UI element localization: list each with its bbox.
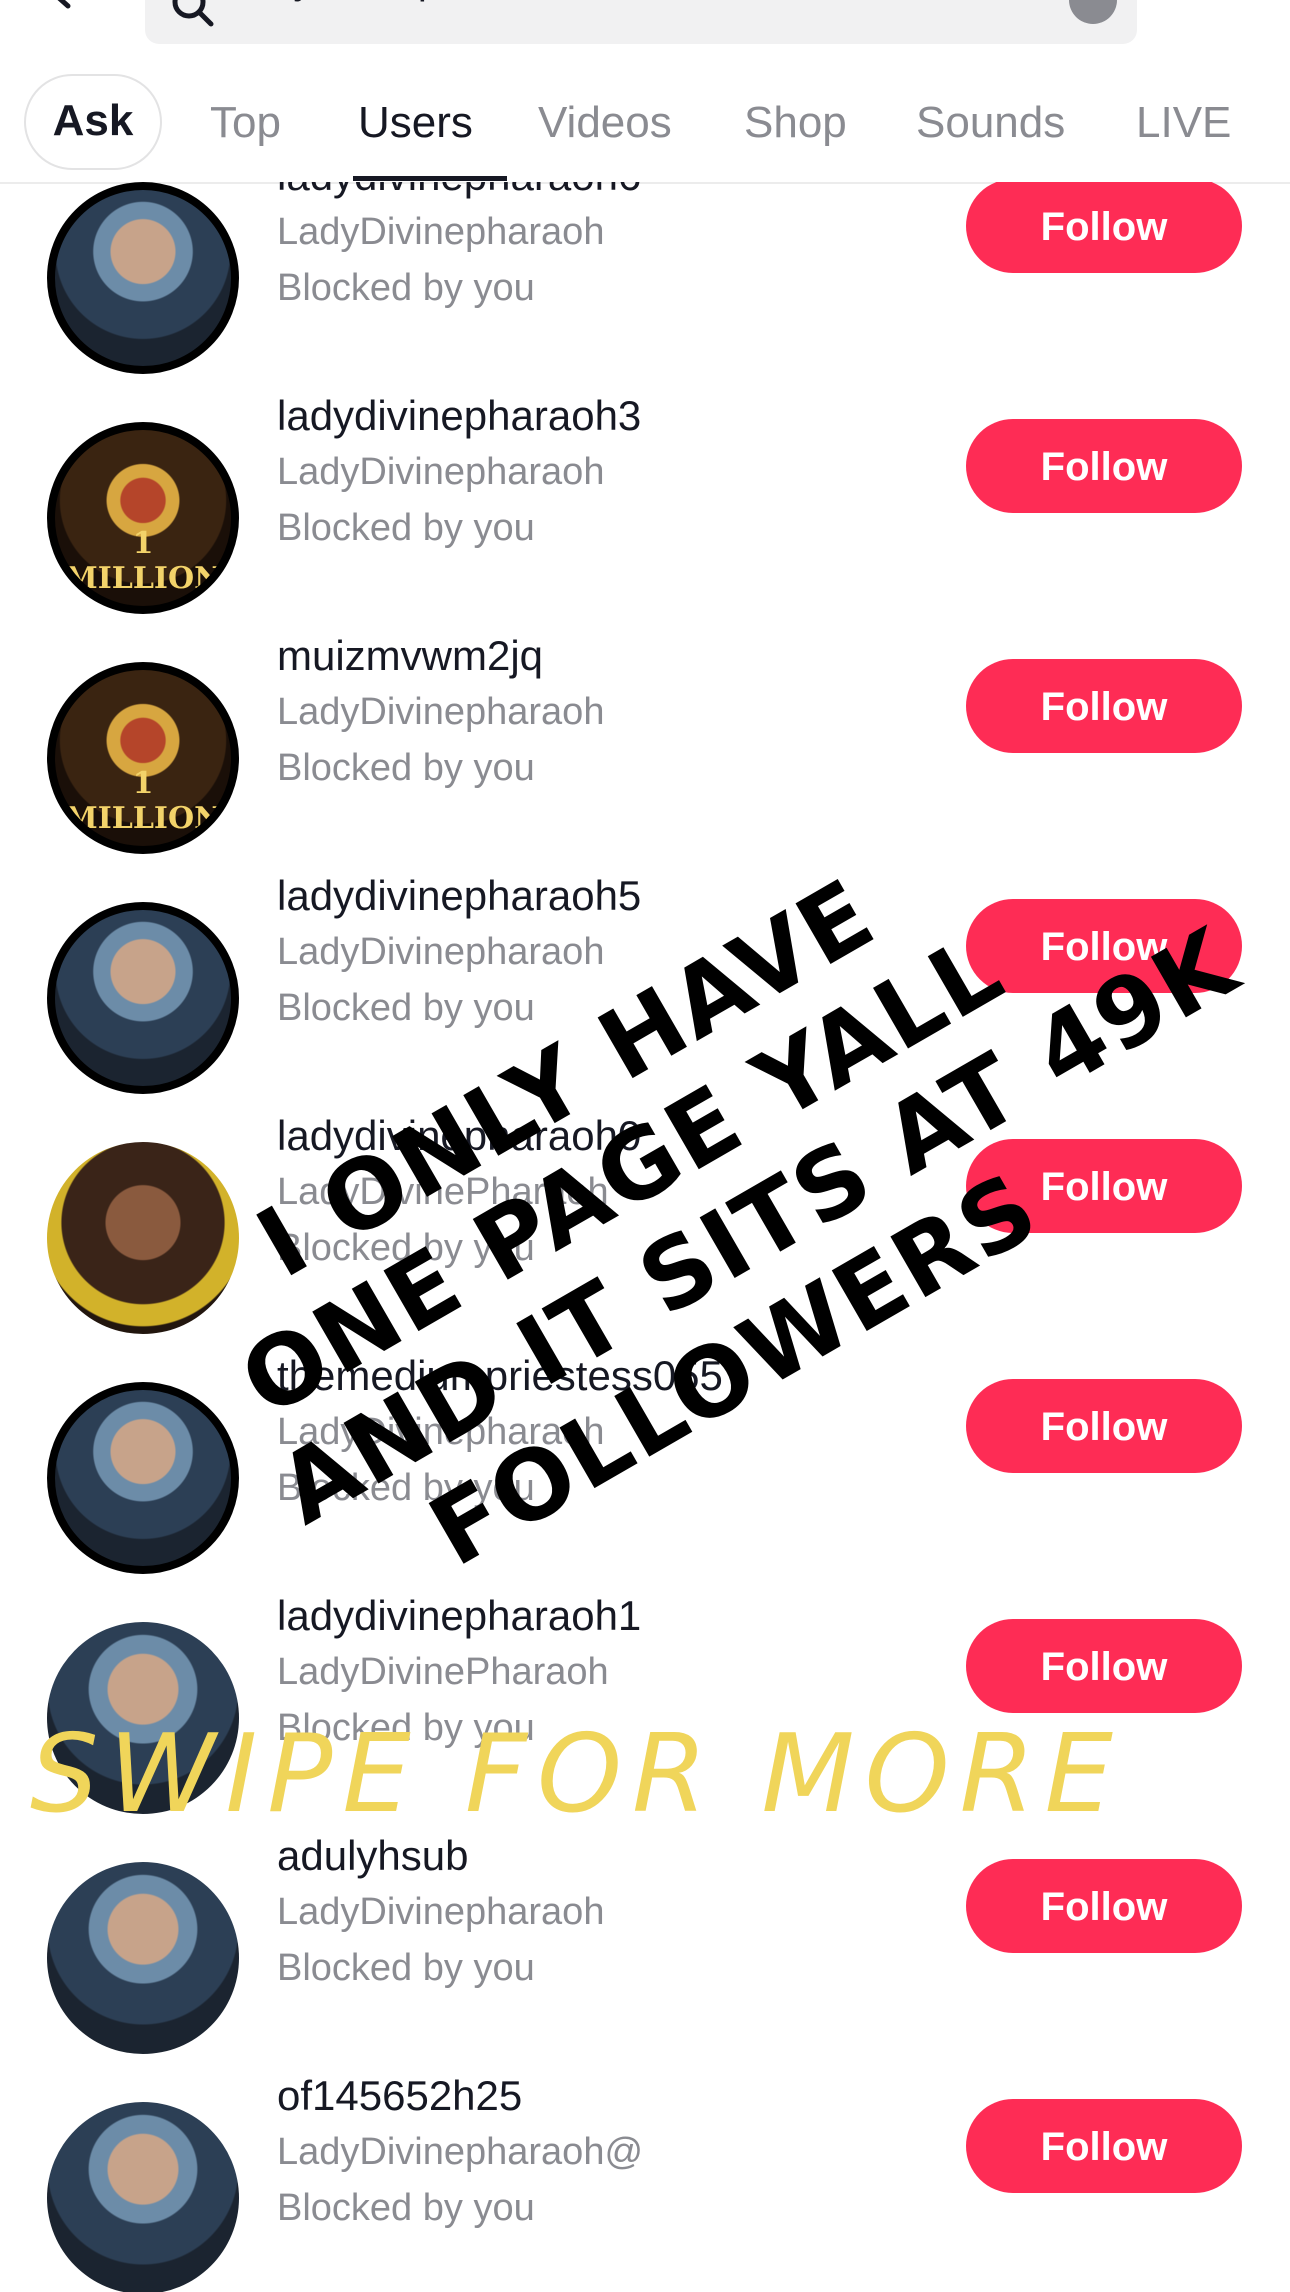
follow-button[interactable]: Follow — [966, 1379, 1242, 1473]
avatar[interactable] — [47, 1142, 239, 1334]
avatar[interactable] — [47, 902, 239, 1094]
list-item[interactable]: adulyhsub LadyDivinepharaoh Blocked by y… — [0, 1832, 1290, 2077]
back-arrow-icon[interactable] — [40, 0, 80, 10]
username: of145652h25 — [277, 2072, 523, 2119]
search-input[interactable]: ladydivinepharaoh — [145, 0, 1137, 44]
tab-shop[interactable]: Shop — [744, 70, 847, 182]
follow-button[interactable]: Follow — [966, 1619, 1242, 1713]
username: ladydivinepharaoh6 — [277, 182, 641, 200]
blocked-status: Blocked by you — [277, 267, 535, 309]
username: themediumpriestess055 — [277, 1352, 723, 1399]
follow-button[interactable]: Follow — [966, 182, 1242, 273]
list-item[interactable]: ladydivinepharaoh5 LadyDivinepharaoh Blo… — [0, 872, 1290, 1117]
list-item[interactable]: ladydivinepharaoh0 LadyDivinePharaoh Blo… — [0, 1112, 1290, 1357]
search-header: ladydivinepharaoh — [0, 0, 1290, 60]
search-icon — [172, 0, 214, 27]
search-tabs: Ask Top Users Videos Shop Sounds LIVE — [0, 70, 1290, 184]
tab-ask[interactable]: Ask — [24, 74, 162, 170]
username: ladydivinepharaoh0 — [277, 1112, 642, 1159]
clear-search-icon[interactable] — [1069, 0, 1117, 24]
blocked-status: Blocked by you — [277, 747, 535, 789]
username: muizmvwm2jq — [277, 632, 544, 679]
active-tab-indicator — [353, 176, 507, 181]
nickname: LadyDivinepharaoh — [277, 1411, 605, 1453]
username: ladydivinepharaoh1 — [277, 1592, 642, 1639]
tab-top[interactable]: Top — [210, 70, 281, 182]
tab-videos[interactable]: Videos — [538, 70, 672, 182]
tab-sounds[interactable]: Sounds — [916, 70, 1065, 182]
follow-button[interactable]: Follow — [966, 2099, 1242, 2193]
follow-button[interactable]: Follow — [966, 1859, 1242, 1953]
search-query: ladydivinepharaoh — [240, 0, 565, 2]
blocked-status: Blocked by you — [277, 1467, 535, 1509]
nickname: LadyDivinepharaoh — [277, 211, 605, 253]
list-item[interactable]: of145652h25 LadyDivinepharaoh@ Blocked b… — [0, 2072, 1290, 2292]
list-item[interactable]: ladydivinepharaoh6 LadyDivinepharaoh Blo… — [0, 182, 1290, 397]
nickname: LadyDivinepharaoh — [277, 691, 605, 733]
nickname: LadyDivinePharaoh — [277, 1651, 609, 1693]
nickname: LadyDivinePharaoh — [277, 1171, 609, 1213]
avatar[interactable] — [47, 2102, 239, 2292]
swipe-for-more-caption: SWIPE FOR MORE — [30, 1712, 1123, 1837]
list-item[interactable]: 1 MILLION muizmvwm2jq LadyDivinepharaoh … — [0, 632, 1290, 877]
username: adulyhsub — [277, 1832, 469, 1879]
blocked-status: Blocked by you — [277, 1227, 535, 1269]
blocked-status: Blocked by you — [277, 507, 535, 549]
avatar[interactable] — [47, 1382, 239, 1574]
follow-button[interactable]: Follow — [966, 659, 1242, 753]
list-item[interactable]: 1 MILLION ladydivinepharaoh3 LadyDivinep… — [0, 392, 1290, 637]
blocked-status: Blocked by you — [277, 1947, 535, 1989]
tab-users[interactable]: Users — [358, 70, 473, 182]
nickname: LadyDivinepharaoh — [277, 1891, 605, 1933]
blocked-status: Blocked by you — [277, 987, 535, 1029]
follow-button[interactable]: Follow — [966, 1139, 1242, 1233]
avatar-badge-text: 1 MILLION — [64, 526, 222, 596]
follow-button[interactable]: Follow — [966, 419, 1242, 513]
nickname: LadyDivinepharaoh — [277, 451, 605, 493]
nickname: LadyDivinepharaoh@ — [277, 2131, 644, 2173]
username: ladydivinepharaoh5 — [277, 872, 642, 919]
avatar[interactable]: 1 MILLION — [47, 422, 239, 614]
avatar[interactable] — [47, 182, 239, 374]
user-results-list: ladydivinepharaoh6 LadyDivinepharaoh Blo… — [0, 182, 1290, 2292]
follow-button[interactable]: Follow — [966, 899, 1242, 993]
nickname: LadyDivinepharaoh — [277, 931, 605, 973]
avatar[interactable]: 1 MILLION — [47, 662, 239, 854]
list-item[interactable]: themediumpriestess055 LadyDivinepharaoh … — [0, 1352, 1290, 1597]
avatar[interactable] — [47, 1862, 239, 2054]
username: ladydivinepharaoh3 — [277, 392, 642, 439]
avatar-badge-text: 1 MILLION — [64, 766, 222, 836]
blocked-status: Blocked by you — [277, 2187, 535, 2229]
tab-live[interactable]: LIVE — [1136, 70, 1231, 182]
